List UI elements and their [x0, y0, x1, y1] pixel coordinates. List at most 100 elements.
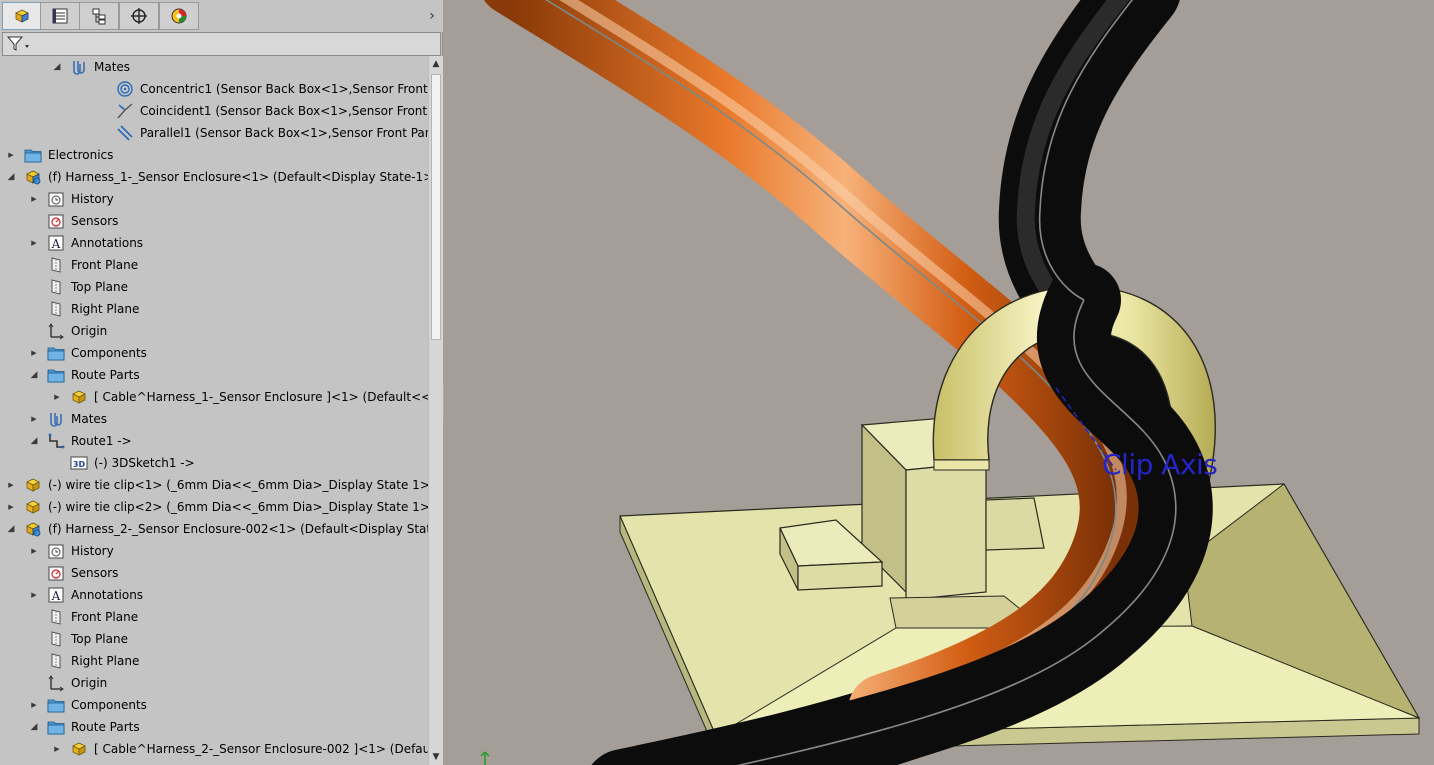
tree-item-label: [ Cable^Harness_1-_Sensor Enclosure ]<1>…: [94, 390, 428, 404]
feature-manager-tab-icon: [15, 9, 29, 23]
property-manager-tab-icon: [52, 8, 68, 24]
tree-item[interactable]: ◢ (f) Harness_2-_Sensor Enclosure-002<1> …: [0, 518, 428, 540]
filter-icon[interactable]: [6, 35, 32, 53]
expand-toggle-icon[interactable]: ▶: [29, 545, 39, 557]
expand-toggle-icon[interactable]: ▶: [6, 149, 16, 161]
tree-item[interactable]: ▶ Components: [0, 694, 428, 716]
tree-filter-bar[interactable]: [2, 32, 441, 56]
collapse-toggle-icon[interactable]: ◢: [29, 435, 39, 447]
tree-item[interactable]: ▶ Components: [0, 342, 428, 364]
tree-item[interactable]: ▶ History: [0, 188, 428, 210]
tree-item[interactable]: Top Plane: [0, 276, 428, 298]
scroll-down-arrow[interactable]: ▼: [429, 749, 443, 765]
tree-item-label: (-) 3DSketch1 ->: [94, 456, 195, 470]
tree-item-label: Origin: [71, 676, 108, 690]
expand-toggle-icon[interactable]: ▶: [29, 347, 39, 359]
tree-item[interactable]: Origin: [0, 320, 428, 342]
tree-item[interactable]: Right Plane: [0, 650, 428, 672]
tree-item-label: Components: [71, 698, 147, 712]
tree-item-label: Right Plane: [71, 302, 140, 316]
mates-icon: [70, 58, 88, 76]
tree-item[interactable]: ◢ Route1 ->: [0, 430, 428, 452]
tree-item[interactable]: Coincident1 (Sensor Back Box<1>,Sensor F…: [0, 100, 428, 122]
expand-toggle-icon[interactable]: ▶: [52, 743, 62, 755]
tree-item[interactable]: ▶ Electronics: [0, 144, 428, 166]
tree-item-label: History: [71, 192, 114, 206]
tree-item[interactable]: Concentric1 (Sensor Back Box<1>,Sensor F…: [0, 78, 428, 100]
expand-toggle-icon[interactable]: ▶: [29, 589, 39, 601]
concentric-icon: [116, 80, 134, 98]
expand-toggle-icon[interactable]: ▶: [29, 699, 39, 711]
feature-manager-panel: › ◢ Mates Concentric1 (Sensor Back Box<1>,…: [0, 0, 443, 765]
tree-item[interactable]: Parallel1 (Sensor Back Box<1>,Sensor Fro…: [0, 122, 428, 144]
feature-tree: ◢ Mates Concentric1 (Sensor Back Box<1>,Se…: [0, 56, 428, 765]
tree-item[interactable]: Top Plane: [0, 628, 428, 650]
expand-toggle-icon[interactable]: ▶: [29, 413, 39, 425]
plane-icon: [47, 256, 65, 274]
collapse-toggle-icon[interactable]: ◢: [6, 523, 16, 535]
tree-item[interactable]: ▶ A Annotations: [0, 584, 428, 606]
part-icon: [24, 476, 42, 494]
property-manager-tab[interactable]: [40, 2, 80, 30]
tree-scrollbar[interactable]: ▲ ▼: [428, 56, 443, 765]
coincident-icon: [116, 102, 134, 120]
tree-item-label: Top Plane: [71, 632, 128, 646]
tree-item-label: Top Plane: [71, 280, 128, 294]
tree-item[interactable]: ▶ (-) wire tie clip<1> (_6mm Dia<<_6mm Di…: [0, 474, 428, 496]
feature-manager-tab[interactable]: [2, 2, 42, 30]
collapse-toggle-icon[interactable]: ◢: [6, 171, 16, 183]
configuration-manager-tab[interactable]: [79, 2, 119, 30]
tree-item-label: Parallel1 (Sensor Back Box<1>,Sensor Fro…: [140, 126, 428, 140]
dimxpert-manager-tab-icon: [131, 8, 147, 24]
graphics-viewport[interactable]: Clip Axis: [444, 0, 1434, 765]
scroll-thumb[interactable]: [431, 74, 441, 340]
tree-item[interactable]: ▶ (-) wire tie clip<2> (_6mm Dia<<_6mm Di…: [0, 496, 428, 518]
subassembly-icon: [24, 520, 42, 538]
expand-toggle-icon[interactable]: ▶: [6, 479, 16, 491]
display-manager-tab[interactable]: [159, 2, 199, 30]
svg-text:A: A: [51, 237, 61, 251]
expand-toggle-icon[interactable]: ▶: [6, 501, 16, 513]
tree-item[interactable]: ◢ (f) Harness_1-_Sensor Enclosure<1> (Def…: [0, 166, 428, 188]
tree-item-label: (f) Harness_2-_Sensor Enclosure-002<1> (…: [48, 522, 428, 536]
annotations-icon: A: [47, 234, 65, 252]
expand-toggle-icon[interactable]: ▶: [29, 237, 39, 249]
collapse-toggle-icon[interactable]: ◢: [52, 61, 62, 73]
folder-icon: [47, 344, 65, 362]
tree-item[interactable]: ◢ Route Parts: [0, 364, 428, 386]
expand-toggle-icon[interactable]: ▶: [29, 193, 39, 205]
tree-item[interactable]: ▶ A Annotations: [0, 232, 428, 254]
origin-icon: [47, 322, 65, 340]
tree-item-label: Front Plane: [71, 258, 139, 272]
history-icon: [47, 542, 65, 560]
expand-panel-arrow[interactable]: ›: [425, 7, 439, 25]
plane-icon: [47, 608, 65, 626]
tree-item[interactable]: ▶ [ Cable^Harness_1-_Sensor Enclosure ]<1…: [0, 386, 428, 408]
tree-item[interactable]: ▶ [ Cable^Harness_2-_Sensor Enclosure-002…: [0, 738, 428, 760]
tree-item[interactable]: ▶ Mates: [0, 408, 428, 430]
tree-item-label: (f) Harness_1-_Sensor Enclosure<1> (Defa…: [48, 170, 428, 184]
folder-icon: [24, 146, 42, 164]
tree-item[interactable]: ◢ Mates: [0, 56, 428, 78]
tree-item[interactable]: Sensors: [0, 562, 428, 584]
tree-item-label: Front Plane: [71, 610, 139, 624]
tree-item[interactable]: ▶ History: [0, 540, 428, 562]
plane-icon: [47, 278, 65, 296]
tree-item[interactable]: Front Plane: [0, 254, 428, 276]
tree-item-label: Mates: [71, 412, 108, 426]
collapse-toggle-icon[interactable]: ◢: [29, 721, 39, 733]
tree-item-label: Annotations: [71, 236, 144, 250]
tree-item[interactable]: Origin: [0, 672, 428, 694]
tree-item-label: (-) wire tie clip<2> (_6mm Dia<<_6mm Dia…: [48, 500, 428, 514]
scroll-up-arrow[interactable]: ▲: [429, 56, 443, 72]
tree-item[interactable]: 3D (-) 3DSketch1 ->: [0, 452, 428, 474]
svg-text:3D: 3D: [73, 460, 86, 469]
expand-toggle-icon[interactable]: ▶: [52, 391, 62, 403]
tree-item[interactable]: Sensors: [0, 210, 428, 232]
collapse-toggle-icon[interactable]: ◢: [29, 369, 39, 381]
tree-item[interactable]: Front Plane: [0, 606, 428, 628]
route-icon: [47, 432, 65, 450]
tree-item[interactable]: Right Plane: [0, 298, 428, 320]
tree-item[interactable]: ◢ Route Parts: [0, 716, 428, 738]
dimxpert-manager-tab[interactable]: [119, 2, 159, 30]
